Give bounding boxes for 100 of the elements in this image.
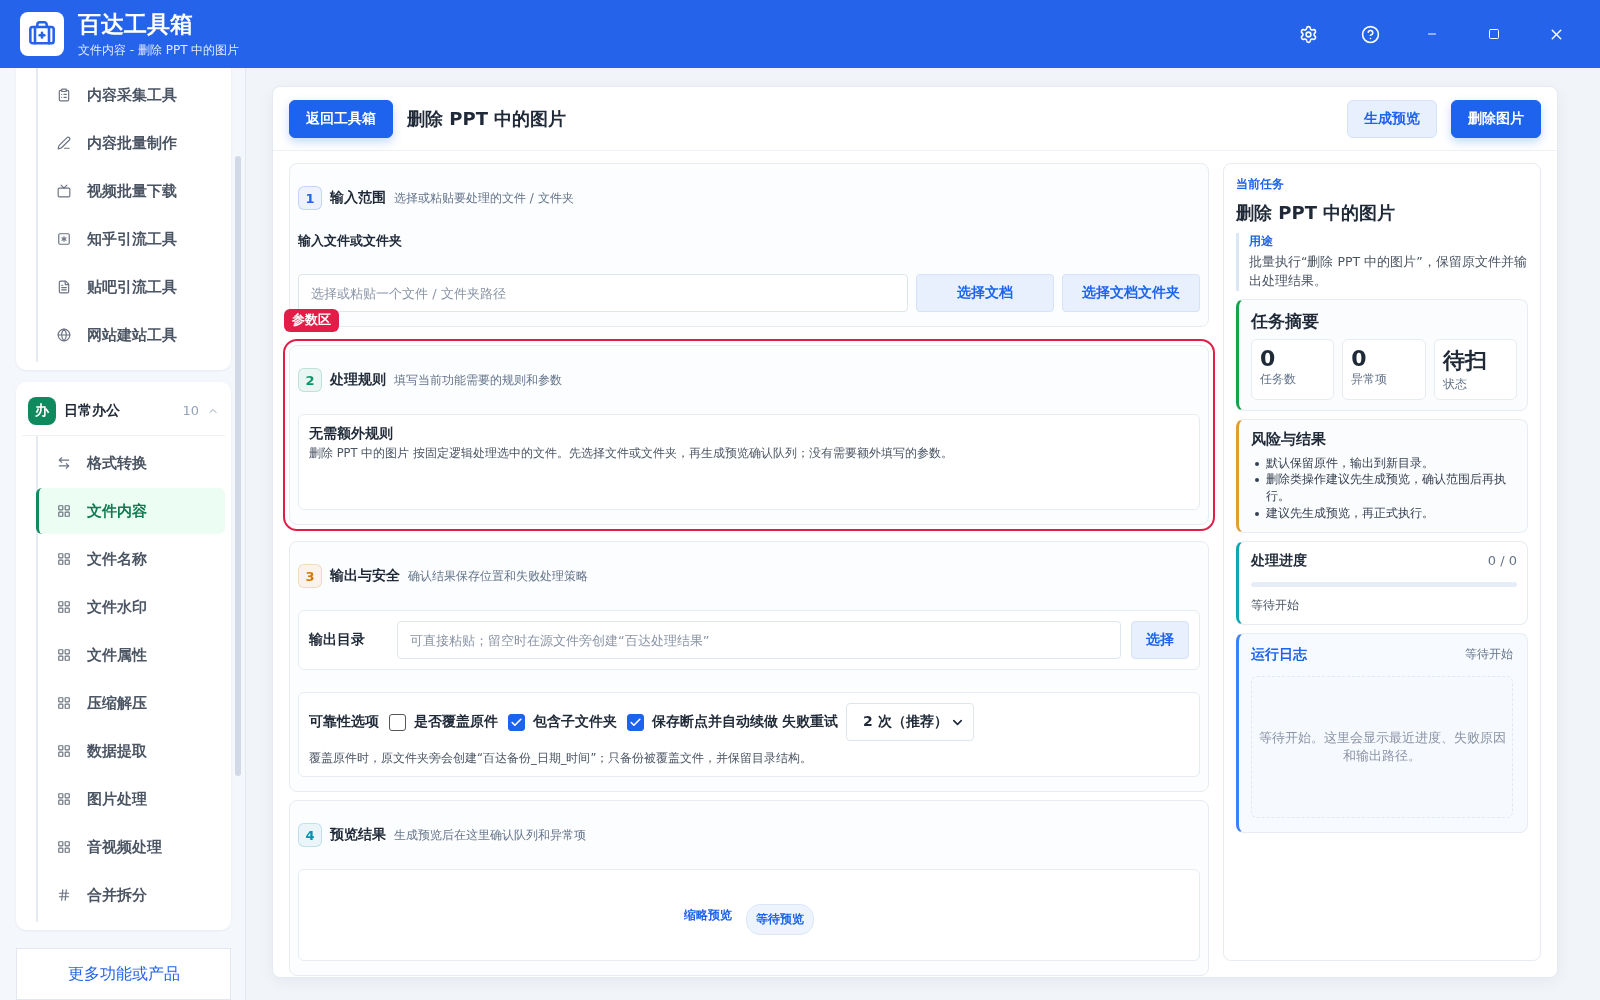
rule-text: 删除 PPT 中的图片 按固定逻辑处理选中的文件。先选择文件或文件夹，再生成预览确认队列；没有需要额外填写的参数。 [309,446,954,461]
section-title: 输出与安全 [330,567,400,585]
grid-icon [57,552,71,566]
task-title: 删除 PPT 中的图片 [1236,201,1397,225]
risk-item: 默认保留原件，输出到新目录。 [1266,454,1434,472]
field-label: 输入文件或文件夹 [298,232,403,250]
grid-icon [57,504,71,518]
section-title: 输入范围 [330,189,386,207]
risk-item: 建议先生成预览，再正式执行。 [1266,504,1434,522]
app-subtitle: 文件内容 - 删除 PPT 中的图片 [78,42,241,59]
bullet-icon [1255,511,1259,516]
section-hint: 选择或粘贴要处理的文件 / 文件夹 [394,189,574,207]
stat-value: 待扫 [1442,346,1488,375]
sidebar-item[interactable]: 音视频处理 [36,824,225,870]
purpose-text: 批量执行“删除 PPT 中的图片”，保留原文件并输出处理结果。 [1249,253,1528,290]
grid-icon [57,744,71,758]
stat-label: 状态 [1442,375,1468,393]
section-hint: 填写当前功能需要的规则和参数 [394,371,562,389]
check-icon [629,715,642,729]
pen-icon [57,136,71,150]
sidebar-item[interactable]: 文件水印 [36,584,225,630]
swap-icon [57,456,71,470]
step-number: 4 [298,823,322,847]
step-number: 3 [298,564,322,588]
page-title: 删除 PPT 中的图片 [407,106,568,131]
bullet-icon [1255,461,1259,466]
risk-item: 删除类操作建议先生成预览，确认范围后再执行。 [1266,471,1507,505]
sidebar-item[interactable]: 网站建站工具 [36,312,225,358]
sidebar-item[interactable]: 贴吧引流工具 [36,264,225,310]
stat-value: 0 [1351,345,1368,371]
sidebar-item[interactable]: 格式转换 [36,440,225,486]
scrollbar-thumb[interactable] [235,156,241,776]
grid-icon [57,600,71,614]
group-badge: 办 [28,396,56,425]
grid-icon [57,648,71,662]
sidebar-item[interactable]: 图片处理 [36,776,225,822]
panel-title: 处理进度 [1251,551,1307,570]
sidebar-item[interactable]: 文件属性 [36,632,225,678]
section-title: 处理规则 [330,371,386,389]
purpose-label: 用途 [1249,233,1274,250]
sidebar-item[interactable]: 数据提取 [36,728,225,774]
form-icon [57,88,71,102]
progress-reading: 0 / 0 [1487,553,1517,569]
retry-label: 失败重试 [782,713,838,731]
status-pill: 等待预览 [746,903,814,935]
back-button[interactable]: 返回工具箱 [289,99,393,138]
section-hint: 确认结果保存位置和失败处理策略 [408,567,588,585]
step-number: 2 [298,368,322,392]
group-count: 10 [182,403,199,418]
stat-label: 任务数 [1260,370,1297,388]
section-title: 预览结果 [330,826,386,844]
group-header[interactable]: 办 日常办公 10 [22,386,225,436]
action-button[interactable]: 生成预览 [1347,99,1437,138]
sidebar-item[interactable]: 视频批量下载 [36,168,225,214]
sidebar-item[interactable]: 文件内容 [36,488,225,534]
globe-icon [57,328,71,342]
checkbox-label: 包含子文件夹 [533,713,617,731]
task-label: 当前任务 [1236,176,1285,193]
step-number: 1 [298,186,322,210]
sidebar-item[interactable]: 内容采集工具 [36,72,225,118]
toolbox-logo-icon [20,12,64,56]
action-button[interactable]: 删除图片 [1451,99,1541,138]
sidebar-item[interactable]: 内容批量制作 [36,120,225,166]
sidebar-item[interactable]: 压缩解压 [36,680,225,726]
options-label: 可靠性选项 [309,713,379,731]
app-title: 百达工具箱 [78,10,194,39]
group-title: 日常办公 [64,401,121,420]
thumbnail-preview-link[interactable]: 缩略预览 [684,906,732,924]
choose-button[interactable]: 选择 [1131,621,1189,659]
square-icon [57,232,71,246]
checkbox[interactable] [389,713,406,731]
progress-status: 等待开始 [1251,596,1300,614]
grid-icon [57,792,71,806]
more-products-button[interactable]: 更多功能或产品 [16,948,231,1000]
checkbox[interactable] [508,713,525,731]
checkbox[interactable] [627,713,644,731]
grid-icon [57,696,71,710]
tv-icon [57,184,71,198]
document-icon [57,280,71,294]
choose-button[interactable]: 选择文档 [916,274,1054,312]
stat-value: 0 [1260,345,1277,371]
panel-title: 任务摘要 [1251,309,1320,333]
maximize-icon [1488,28,1500,40]
stat-label: 异常项 [1351,370,1389,388]
hash-icon [57,888,71,902]
note-text: 覆盖原件时，原文件夹旁会创建“百达备份_日期_时间”；只备份被覆盖文件，并保留目录结构。 [309,751,814,766]
sidebar-item[interactable]: 合并拆分 [36,872,225,918]
gear-icon [1298,24,1318,44]
section-hint: 生成预览后在这里确认队列和异常项 [394,826,586,844]
choose-button[interactable]: 选择文档文件夹 [1062,274,1200,312]
grid-icon [57,840,71,854]
output-dir-input-field[interactable]: 可直接粘贴；留空时在源文件旁创建“百达处理结果” [397,621,1121,659]
sidebar-item[interactable]: 文件名称 [36,536,225,582]
sidebar-item[interactable]: 知乎引流工具 [36,216,225,262]
checkbox-label: 保存断点并自动续做 [652,713,778,731]
path-input-field[interactable]: 选择或粘贴一个文件 / 文件夹路径 [298,274,908,312]
retry-select[interactable]: 2 次（推荐） [846,703,974,741]
check-icon [510,715,523,729]
bullet-icon [1255,478,1259,483]
panel-title: 运行日志 [1251,645,1307,664]
